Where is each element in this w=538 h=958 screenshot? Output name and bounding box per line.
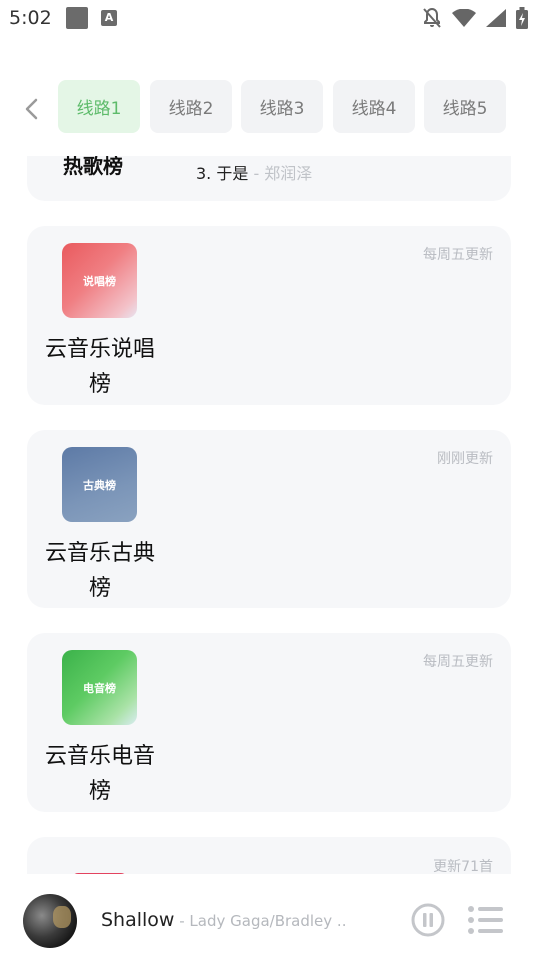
playlist-icon — [468, 906, 503, 934]
chart-cover: 电音榜 — [62, 650, 137, 725]
play-pause-button[interactable] — [411, 903, 445, 937]
status-icons — [422, 6, 528, 30]
update-status: 更新71首 — [433, 859, 493, 874]
notification-off-icon — [422, 7, 442, 29]
status-bar: 5:02 A — [0, 0, 538, 36]
chart-card-partial[interactable]: 更新71首 — [27, 837, 511, 874]
battery-charging-icon — [516, 7, 528, 29]
cover-label: 电音榜 — [83, 681, 116, 695]
card-title: 云音乐电音榜 — [44, 744, 155, 804]
card-title: 热歌榜 — [63, 156, 123, 178]
playlist-button[interactable] — [467, 905, 503, 935]
chart-cover: 说唱榜 — [62, 243, 137, 318]
chart-card-classical[interactable]: 古典榜 云音乐古典榜 刚刚更新 — [27, 430, 511, 608]
top-song-line: 3. 于是 - 郑润泽 — [196, 160, 312, 184]
chevron-left-icon — [25, 98, 38, 120]
card-title: 云音乐古典榜 — [44, 541, 155, 601]
chart-list[interactable]: 热歌榜 3. 于是 - 郑润泽 说唱榜 云音乐说唱榜 每周五更新 古典榜 云音乐… — [0, 156, 538, 874]
route-selector: 线路1 线路2 线路3 线路4 线路5 — [0, 80, 538, 135]
song-artist: - 郑润泽 — [248, 164, 313, 183]
app-notification-icon — [66, 7, 88, 29]
album-art[interactable] — [23, 894, 77, 948]
tab-route-4[interactable]: 线路4 — [333, 80, 415, 133]
chart-cover: 古典榜 — [62, 447, 137, 522]
text-notification-icon: A — [101, 10, 117, 26]
cover-label: 古典榜 — [83, 478, 116, 492]
cover-label: 说唱榜 — [83, 274, 116, 288]
song-title: 3. 于是 — [196, 164, 249, 183]
song-title: Shallow — [101, 909, 175, 931]
update-status: 刚刚更新 — [437, 451, 493, 467]
back-button[interactable] — [20, 96, 44, 122]
signal-icon — [486, 9, 506, 27]
update-status: 每周五更新 — [423, 247, 493, 263]
album-art-detail — [53, 906, 71, 928]
now-playing-info[interactable]: Shallow - Lady Gaga/Bradley ... — [101, 909, 346, 931]
tab-route-5[interactable]: 线路5 — [424, 80, 506, 133]
chart-card-rap[interactable]: 说唱榜 云音乐说唱榜 每周五更新 — [27, 226, 511, 405]
update-status: 每周五更新 — [423, 654, 493, 670]
tab-route-1[interactable]: 线路1 — [58, 80, 140, 133]
tab-route-2[interactable]: 线路2 — [150, 80, 232, 133]
chart-card-electronic[interactable]: 电音榜 云音乐电音榜 每周五更新 — [27, 633, 511, 812]
mini-player[interactable]: Shallow - Lady Gaga/Bradley ... — [0, 874, 538, 958]
status-time: 5:02 — [9, 7, 52, 29]
pause-icon — [411, 903, 445, 937]
tab-route-3[interactable]: 线路3 — [241, 80, 323, 133]
card-title: 云音乐说唱榜 — [44, 337, 155, 397]
song-artist: - Lady Gaga/Bradley ... — [174, 912, 346, 930]
wifi-icon — [452, 9, 476, 27]
chart-card-hot[interactable]: 热歌榜 3. 于是 - 郑润泽 — [27, 156, 511, 201]
